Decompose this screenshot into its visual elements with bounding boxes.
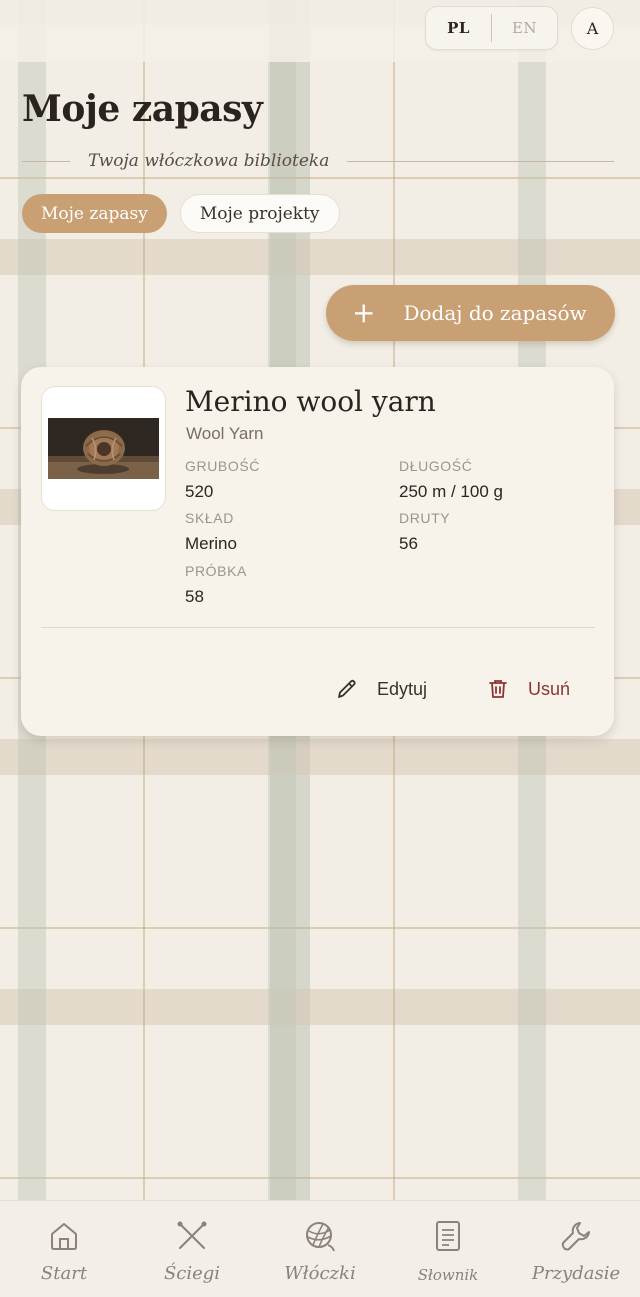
- subtitle-divider-right: [347, 160, 614, 162]
- field-gauge: PRÓBKA 58: [185, 563, 247, 607]
- add-to-stash-button[interactable]: + Dodaj do zapasów: [326, 285, 615, 341]
- yarn-card: Merino wool yarn Wool Yarn GRUBOŚĆ 520 D…: [21, 367, 614, 736]
- pencil-icon: [338, 679, 356, 698]
- field-label: DŁUGOŚĆ: [399, 458, 473, 474]
- add-to-stash-label: Dodaj do zapasów: [403, 301, 587, 325]
- trash-icon: [489, 680, 507, 698]
- nav-label: Włóczki: [284, 1263, 356, 1284]
- card-divider: [41, 627, 595, 628]
- plus-icon: +: [352, 296, 376, 329]
- field-composition: SKŁAD Merino: [185, 510, 237, 554]
- field-needles: DRUTY 56: [399, 510, 450, 554]
- avatar[interactable]: A: [571, 7, 614, 50]
- subtitle-row: Twoja włóczkowa biblioteka: [22, 148, 614, 174]
- yarn-thumbnail-frame: [41, 386, 166, 511]
- edit-label: Edytuj: [377, 678, 428, 699]
- top-bar: PL EN A: [0, 0, 640, 62]
- document-icon: [436, 1221, 460, 1251]
- tab-my-stash[interactable]: Moje zapasy: [22, 194, 167, 233]
- wrench-icon: [561, 1222, 590, 1251]
- yarn-skein-image: [48, 418, 159, 479]
- yarn-thumbnail: [48, 418, 159, 479]
- delete-label: Usuń: [528, 678, 571, 699]
- nav-item-tools[interactable]: Przydasie: [512, 1201, 640, 1297]
- field-label: GRUBOŚĆ: [185, 458, 260, 474]
- yarn-title: Merino wool yarn: [185, 385, 436, 418]
- nav-label: Start: [40, 1263, 88, 1284]
- subtitle-divider-left: [22, 160, 70, 162]
- delete-button[interactable]: Usuń: [486, 677, 570, 701]
- edit-button[interactable]: Edytuj: [335, 677, 427, 701]
- page-subtitle: Twoja włóczkowa biblioteka: [88, 151, 330, 171]
- language-option-en[interactable]: EN: [492, 19, 557, 37]
- field-value: 250 m / 100 g: [399, 482, 503, 501]
- field-value: Merino: [185, 534, 237, 553]
- field-value: 58: [185, 587, 204, 606]
- field-label: SKŁAD: [185, 510, 234, 526]
- field-label: DRUTY: [399, 510, 451, 526]
- yarn-ball-icon: [306, 1222, 335, 1252]
- field-thickness: GRUBOŚĆ 520: [185, 458, 260, 502]
- field-value: 56: [399, 534, 418, 553]
- nav-item-glossary[interactable]: Słownik: [384, 1201, 512, 1297]
- yarn-type: Wool Yarn: [186, 424, 264, 443]
- nav-item-stitches[interactable]: Ściegi: [128, 1201, 256, 1297]
- nav-item-yarns[interactable]: Włóczki: [256, 1201, 384, 1297]
- nav-label: Przydasie: [531, 1263, 621, 1284]
- section-tabs: Moje zapasy Moje projekty: [22, 194, 340, 233]
- field-value: 520: [185, 482, 214, 501]
- language-option-pl[interactable]: PL: [426, 19, 491, 37]
- bottom-navigation: Start Ściegi Włóczki Słownik Przydasie: [0, 1200, 640, 1297]
- crossed-needles-icon: [177, 1221, 207, 1249]
- field-length: DŁUGOŚĆ 250 m / 100 g: [399, 458, 503, 502]
- nav-label: Słownik: [417, 1266, 479, 1284]
- nav-item-start[interactable]: Start: [0, 1201, 128, 1297]
- page-title: Moje zapasy: [22, 88, 263, 130]
- field-label: PRÓBKA: [185, 563, 247, 579]
- nav-label: Ściegi: [163, 1263, 221, 1284]
- language-switch[interactable]: PL EN: [425, 6, 558, 50]
- tab-my-projects[interactable]: Moje projekty: [179, 194, 340, 233]
- home-icon: [51, 1223, 77, 1250]
